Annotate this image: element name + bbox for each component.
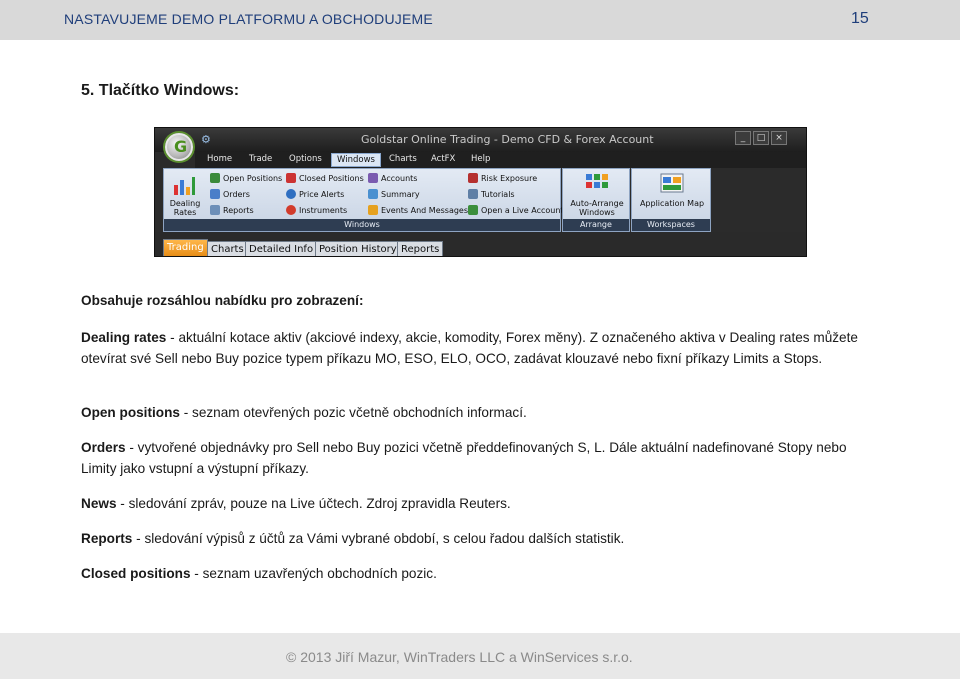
events-and-messages-label: Events And Messages: [381, 205, 469, 215]
instruments-button[interactable]: Instruments: [286, 205, 347, 215]
term: Open positions: [81, 405, 180, 420]
term: Closed positions: [81, 566, 191, 581]
ribbon-group-arrange: Auto-Arrange Windows Arrange Windows: [562, 168, 630, 241]
app-logo: G: [165, 133, 193, 161]
close-button[interactable]: ×: [771, 131, 787, 145]
price-alerts-button[interactable]: Price Alerts: [286, 189, 344, 199]
application-map-button[interactable]: Application Map: [634, 199, 710, 208]
tutorials-icon: [468, 189, 478, 199]
open-positions-icon: [210, 173, 220, 183]
description: - seznam otevřených pozic včetně obchodn…: [179, 405, 527, 420]
menu-charts[interactable]: Charts: [389, 154, 417, 164]
dealing-rates-button[interactable]: Dealing Rates: [166, 199, 204, 217]
open-positions-label: Open Positions: [223, 173, 283, 183]
app-screenshot: Goldstar Online Trading - Demo CFD & For…: [154, 127, 807, 257]
events-and-messages-button[interactable]: Events And Messages: [368, 205, 468, 215]
header-title: NASTAVUJEME DEMO PLATFORMU A OBCHODUJEME: [64, 11, 433, 27]
section-heading: 5. Tlačítko Windows:: [81, 82, 240, 99]
tab-trading[interactable]: Trading: [163, 239, 208, 256]
item-news: News - sledování zpráv, pouze na Live úč…: [81, 493, 881, 514]
term: Dealing rates: [81, 330, 167, 345]
orders-button[interactable]: Orders: [210, 189, 250, 199]
page-header: NASTAVUJEME DEMO PLATFORMU A OBCHODUJEME…: [0, 0, 960, 40]
menu-trade[interactable]: Trade: [249, 154, 272, 164]
events-icon: [368, 205, 378, 215]
maximize-button[interactable]: □: [753, 131, 769, 145]
description: - sledování výpisů z účtů za Vámi vybran…: [132, 531, 625, 546]
open-positions-button[interactable]: Open Positions: [210, 173, 282, 183]
orders-icon: [210, 189, 220, 199]
term: News: [81, 496, 117, 511]
logo-letter: G: [174, 137, 188, 156]
arrange-windows-icon: [585, 173, 609, 195]
item-reports: Reports - sledování výpisů z účtů za Vám…: [81, 528, 881, 549]
tutorials-button[interactable]: Tutorials: [468, 189, 515, 199]
open-live-account-button[interactable]: Open a Live Account: [468, 205, 564, 215]
item-orders: Orders - vytvořené objednávky pro Sell n…: [81, 437, 881, 479]
description: - seznam uzavřených obchodních pozic.: [190, 566, 437, 581]
ribbon-group-windows: Dealing Rates Open Positions Orders Repo…: [163, 168, 564, 232]
group-label-workspaces: Workspaces: [632, 219, 710, 231]
auto-arrange-windows-button[interactable]: Auto-Arrange Windows: [565, 199, 629, 217]
minimize-button[interactable]: _: [735, 131, 751, 145]
group-label-windows: Windows: [164, 219, 560, 231]
menu-actfx[interactable]: ActFX: [431, 154, 455, 164]
menu-home[interactable]: Home: [207, 154, 232, 164]
closed-positions-label: Closed Positions: [299, 173, 364, 183]
price-alerts-label: Price Alerts: [299, 189, 345, 199]
term: Reports: [81, 531, 133, 546]
term: Orders: [81, 440, 126, 455]
accounts-label: Accounts: [381, 173, 418, 183]
reports-label: Reports: [223, 205, 254, 215]
risk-exposure-button[interactable]: Risk Exposure: [468, 173, 537, 183]
item-closed-positions: Closed positions - seznam uzavřených obc…: [81, 563, 881, 584]
tab-position-history[interactable]: Position History: [315, 241, 401, 256]
reports-icon: [210, 205, 220, 215]
intro-text: Obsahuje rozsáhlou nabídku pro zobrazení…: [81, 293, 364, 308]
footer-copyright: © 2013 Jiří Mazur, WinTraders LLC a WinS…: [286, 649, 633, 665]
application-map-icon: [660, 173, 684, 195]
summary-button[interactable]: Summary: [368, 189, 420, 199]
item-dealing-rates: Dealing rates - aktuální kotace aktiv (a…: [81, 327, 881, 369]
tab-detailed-info[interactable]: Detailed Info: [245, 241, 318, 256]
tab-reports[interactable]: Reports: [397, 241, 444, 256]
app-menubar: Home Trade Options Windows Charts ActFX …: [195, 152, 806, 168]
menu-help[interactable]: Help: [471, 154, 490, 164]
live-account-icon: [468, 205, 478, 215]
menu-options[interactable]: Options: [289, 154, 322, 164]
tutorials-label: Tutorials: [481, 189, 515, 199]
window-title: Goldstar Online Trading - Demo CFD & For…: [361, 133, 654, 146]
menu-windows[interactable]: Windows: [331, 153, 381, 167]
description: - vytvořené objednávky pro Sell nebo Buy…: [81, 440, 847, 476]
description: - sledování zpráv, pouze na Live účtech.…: [116, 496, 511, 511]
summary-label: Summary: [381, 189, 420, 199]
risk-exposure-icon: [468, 173, 478, 183]
instruments-label: Instruments: [299, 205, 348, 215]
open-live-account-label: Open a Live Account: [481, 205, 564, 215]
group-label-arrange: Arrange Windows: [563, 219, 629, 241]
tab-charts[interactable]: Charts: [207, 241, 248, 256]
accounts-button[interactable]: Accounts: [368, 173, 417, 183]
reports-button[interactable]: Reports: [210, 205, 254, 215]
price-alerts-icon: [286, 189, 296, 199]
closed-positions-button[interactable]: Closed Positions: [286, 173, 364, 183]
closed-positions-icon: [286, 173, 296, 183]
item-open-positions: Open positions - seznam otevřených pozic…: [81, 402, 881, 423]
bottom-tabs-bar: Trading Charts Detailed Info Position Hi…: [155, 232, 806, 256]
description: - aktuální kotace aktiv (akciové indexy,…: [81, 330, 858, 366]
ribbon-group-workspaces: Application Map Workspaces: [631, 168, 711, 232]
bar-chart-icon: [172, 175, 196, 197]
orders-label: Orders: [223, 189, 250, 199]
quick-access-icon[interactable]: ⚙: [201, 133, 211, 146]
accounts-icon: [368, 173, 378, 183]
app-titlebar: Goldstar Online Trading - Demo CFD & For…: [155, 128, 806, 152]
page-number: 15: [851, 10, 869, 27]
summary-icon: [368, 189, 378, 199]
instruments-icon: [286, 205, 296, 215]
risk-exposure-label: Risk Exposure: [481, 173, 538, 183]
